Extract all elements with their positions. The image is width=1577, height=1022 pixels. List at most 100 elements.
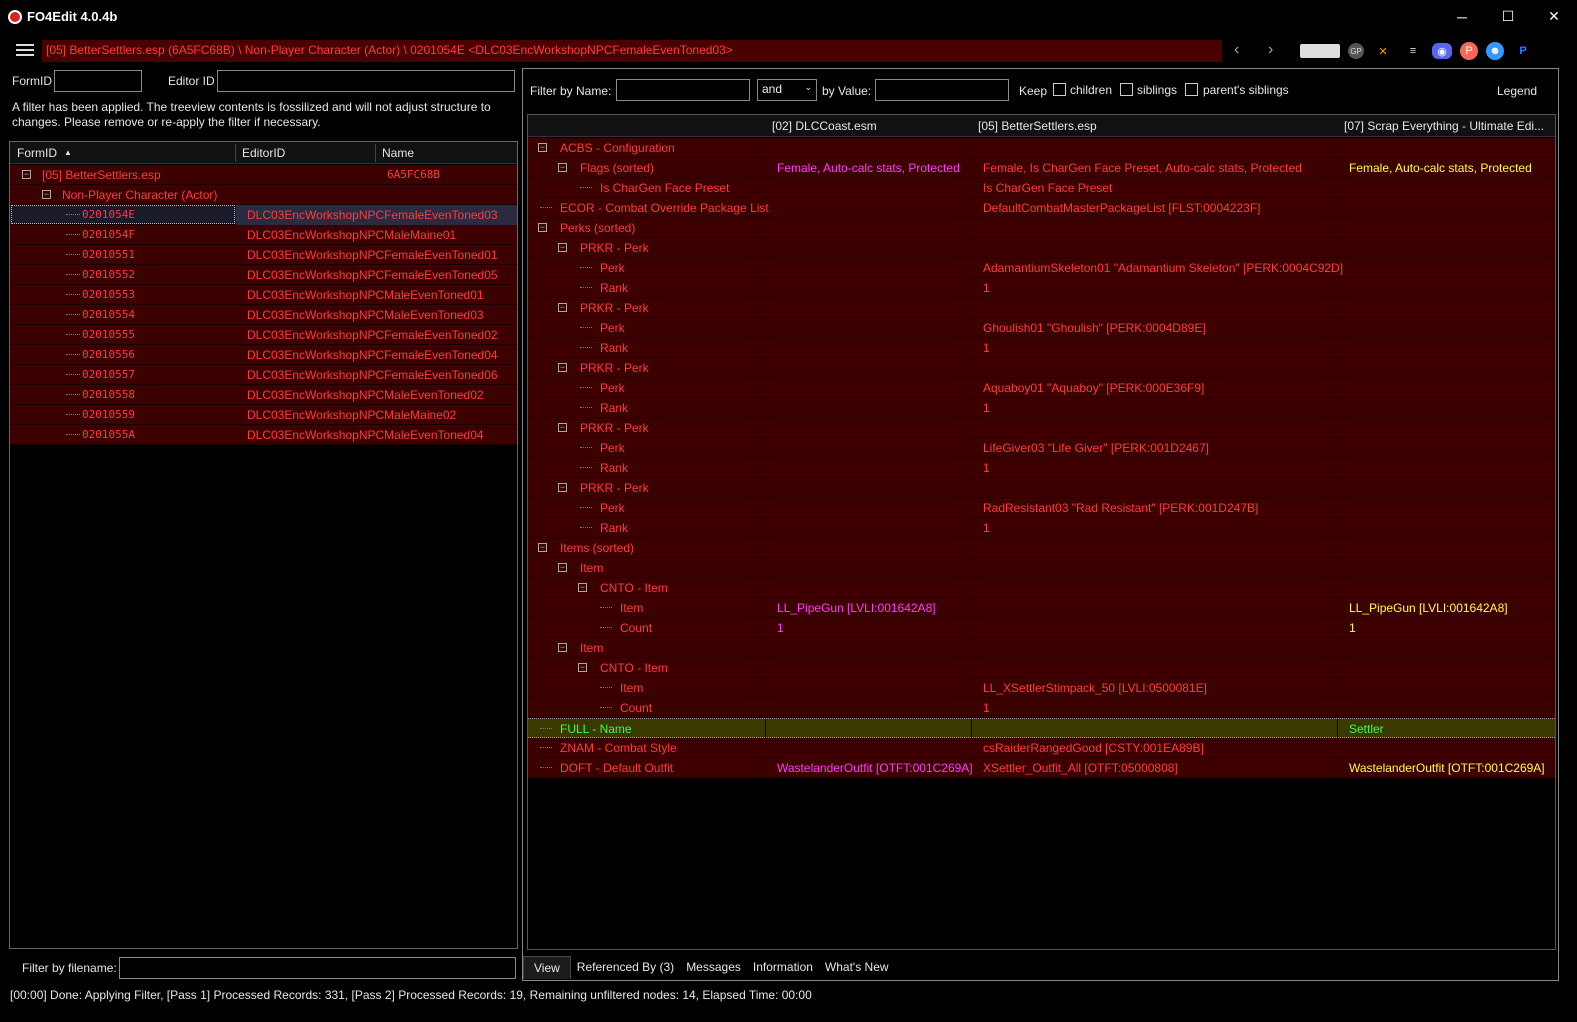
tree-record-row[interactable]: 02010557 DLC03EncWorkshopNPCFemaleEvenTon… (10, 365, 517, 385)
grid-row[interactable]: Perk Ghoulish01 "Ghoulish" [PERK:0004D89E… (528, 318, 1555, 338)
collapse-icon[interactable]: − (538, 143, 547, 152)
col-scrap-everything[interactable]: [07] Scrap Everything - Ultimate Edi... (1344, 119, 1544, 133)
tree-file-node[interactable]: − [05] BetterSettlers.esp 6A5FC68B (10, 165, 517, 185)
tab-information[interactable]: Information (747, 957, 819, 977)
tree-record-row[interactable]: 02010553 DLC03EncWorkshopNPCMaleEvenToned… (10, 285, 517, 305)
dlccoast-value: WastelanderOutfit [OTFT:001C269A] (777, 761, 973, 775)
grid-row[interactable]: − PRKR - Perk (528, 238, 1555, 258)
col-dlccoast[interactable]: [02] DLCCoast.esm (772, 119, 877, 133)
grid-row[interactable]: Perk AdamantiumSkeleton01 "Adamantium Ske… (528, 258, 1555, 278)
legend-button[interactable]: Legend (1497, 84, 1537, 98)
tree-record-row[interactable]: 0201055A DLC03EncWorkshopNPCMaleEvenToned… (10, 425, 517, 445)
grid-row[interactable]: − CNTO - Item (528, 658, 1555, 678)
record-grid[interactable]: [02] DLCCoast.esm [05] BetterSettlers.es… (527, 114, 1556, 950)
forward-arrow-icon[interactable]: › (1268, 41, 1273, 59)
tree-record-row[interactable]: 02010551 DLC03EncWorkshopNPCFemaleEvenTon… (10, 245, 517, 265)
col-editorid[interactable]: EditorID (242, 146, 285, 160)
grid-row[interactable]: Item LL_XSettlerStimpack_50 [LVLI:0500081… (528, 678, 1555, 698)
tree-record-row[interactable]: 0201054F DLC03EncWorkshopNPCMaleMaine01 (10, 225, 517, 245)
grid-row[interactable]: − Item (528, 558, 1555, 578)
gp-icon[interactable]: GP (1348, 43, 1364, 59)
x-icon[interactable]: ✕ (1372, 41, 1394, 61)
grid-row[interactable]: − Items (sorted) (528, 538, 1555, 558)
grid-row[interactable]: − CNTO - Item (528, 578, 1555, 598)
grid-row[interactable]: Rank 1 (528, 338, 1555, 358)
bettersettlers-value: 1 (983, 521, 990, 535)
collapse-icon[interactable]: − (558, 643, 567, 652)
menu-icon[interactable] (16, 44, 34, 58)
col-formid[interactable]: FormID (17, 146, 57, 160)
discord-icon[interactable]: ◉ (1432, 43, 1452, 59)
filter-filename-input[interactable] (119, 957, 516, 979)
patreon-icon[interactable]: P (1460, 42, 1478, 60)
grid-row[interactable]: ZNAM - Combat Style csRaiderRangedGood [C… (528, 738, 1555, 758)
reddit-icon[interactable]: ☻ (1486, 42, 1504, 60)
grid-row[interactable]: Rank 1 (528, 398, 1555, 418)
col-name[interactable]: Name (382, 146, 414, 160)
paypal-icon[interactable]: P (1512, 41, 1534, 61)
grid-row[interactable]: Rank 1 (528, 278, 1555, 298)
tree-record-row[interactable]: 02010554 DLC03EncWorkshopNPCMaleEvenToned… (10, 305, 517, 325)
collapse-icon[interactable]: − (558, 563, 567, 572)
col-bettersettlers[interactable]: [05] BetterSettlers.esp (978, 119, 1097, 133)
collapse-icon[interactable]: − (578, 583, 587, 592)
tab-referenced-by[interactable]: Referenced By (3) (571, 957, 680, 977)
grid-row[interactable]: Perk RadResistant03 "Rad Resistant" [PERK… (528, 498, 1555, 518)
navigation-tree[interactable]: FormID ▲ EditorID Name − [05] BetterSettl… (9, 141, 518, 949)
grid-row[interactable]: ECOR - Combat Override Package List Defau… (528, 198, 1555, 218)
filter-name-input[interactable] (616, 79, 750, 101)
parents-siblings-checkbox[interactable] (1185, 83, 1198, 96)
collapse-icon[interactable]: − (578, 663, 587, 672)
grid-row[interactable]: FULL - Name Settler (528, 718, 1555, 739)
tab-messages[interactable]: Messages (680, 957, 747, 977)
siblings-checkbox[interactable] (1120, 83, 1133, 96)
tree-record-row[interactable]: 02010555 DLC03EncWorkshopNPCFemaleEvenTon… (10, 325, 517, 345)
grid-row[interactable]: Count 1 1 (528, 618, 1555, 638)
grid-row[interactable]: Item LL_PipeGun [LVLI:001642A8] LL_PipeGun… (528, 598, 1555, 618)
tree-record-row[interactable]: 02010552 DLC03EncWorkshopNPCFemaleEvenTon… (10, 265, 517, 285)
collapse-icon[interactable]: − (558, 363, 567, 372)
tab-whats-new[interactable]: What's New (819, 957, 895, 977)
tree-record-row[interactable]: 02010556 DLC03EncWorkshopNPCFemaleEvenTon… (10, 345, 517, 365)
grid-row[interactable]: − Perks (sorted) (528, 218, 1555, 238)
grid-row[interactable]: Perk Aquaboy01 "Aquaboy" [PERK:000E36F9] (528, 378, 1555, 398)
grid-row[interactable]: − PRKR - Perk (528, 478, 1555, 498)
collapse-icon[interactable]: − (558, 243, 567, 252)
grid-row[interactable]: Is CharGen Face Preset Is CharGen Face Pr… (528, 178, 1555, 198)
and-select[interactable]: and ⌄ (757, 79, 817, 101)
collapse-icon[interactable]: − (22, 170, 31, 179)
grid-row[interactable]: − ACBS - Configuration (528, 138, 1555, 158)
tree-group-node[interactable]: − Non-Player Character (Actor) (10, 185, 517, 205)
grid-row[interactable]: − Item (528, 638, 1555, 658)
collapse-icon[interactable]: − (558, 303, 567, 312)
grid-row[interactable]: − PRKR - Perk (528, 418, 1555, 438)
tree-record-row[interactable]: 02010558 DLC03EncWorkshopNPCMaleEvenToned… (10, 385, 517, 405)
grid-row[interactable]: Perk LifeGiver03 "Life Giver" [PERK:001D2… (528, 438, 1555, 458)
grid-row[interactable]: Rank 1 (528, 518, 1555, 538)
collapse-icon[interactable]: − (42, 190, 51, 199)
collapse-icon[interactable]: − (558, 483, 567, 492)
formid-input[interactable] (54, 70, 142, 92)
editorid-input[interactable] (217, 70, 515, 92)
grid-row[interactable]: − PRKR - Perk (528, 298, 1555, 318)
tree-record-row[interactable]: 0201054E DLC03EncWorkshopNPCFemaleEvenTon… (10, 205, 517, 225)
minimize-button[interactable]: ─ (1439, 0, 1485, 33)
tree-record-row[interactable]: 02010559 DLC03EncWorkshopNPCMaleMaine02 (10, 405, 517, 425)
book-icon[interactable] (1300, 44, 1340, 58)
collapse-icon[interactable]: − (538, 223, 547, 232)
maximize-button[interactable]: ☐ (1485, 0, 1531, 33)
filter-value-input[interactable] (875, 79, 1009, 101)
back-arrow-icon[interactable]: ‹ (1234, 41, 1239, 59)
grid-row[interactable]: − Flags (sorted) Female, Auto-calc stats, … (528, 158, 1555, 178)
collapse-icon[interactable]: − (538, 543, 547, 552)
collapse-icon[interactable]: − (558, 423, 567, 432)
tab-view[interactable]: View (523, 955, 571, 979)
grid-row[interactable]: DOFT - Default Outfit WastelanderOutfit [… (528, 758, 1555, 778)
close-button[interactable]: ✕ (1531, 0, 1577, 33)
grid-row[interactable]: Rank 1 (528, 458, 1555, 478)
collapse-icon[interactable]: − (558, 163, 567, 172)
grid-row[interactable]: Count 1 (528, 698, 1555, 718)
bethesda-icon[interactable]: ≡ (1402, 41, 1424, 61)
grid-row[interactable]: − PRKR - Perk (528, 358, 1555, 378)
children-checkbox[interactable] (1053, 83, 1066, 96)
